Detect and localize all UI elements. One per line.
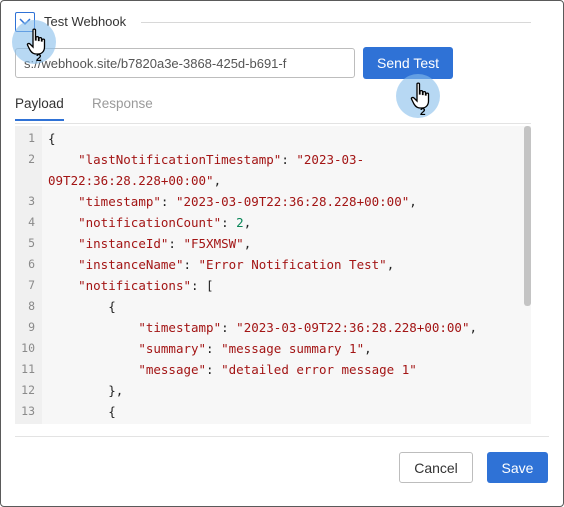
code-line: 1{	[15, 128, 531, 149]
section-title: Test Webhook	[44, 14, 127, 29]
code-line: 5 "instanceId": "F5XMSW",	[15, 233, 531, 254]
line-number: 13	[21, 404, 35, 418]
line-number: 10	[21, 341, 35, 355]
line-number: 11	[21, 362, 35, 376]
tab-payload[interactable]: Payload	[15, 96, 64, 121]
line-number: 6	[28, 257, 35, 271]
line-number: 7	[28, 278, 35, 292]
code-text: "instanceId": "F5XMSW",	[78, 236, 252, 251]
code-text: "lastNotificationTimestamp": "2023-03-	[78, 152, 365, 167]
line-number: 5	[28, 236, 35, 250]
code-line: 8 {	[15, 296, 531, 317]
code-line: 10 "summary": "message summary 1",	[15, 338, 531, 359]
section-divider	[141, 22, 531, 23]
line-number: 3	[28, 194, 35, 208]
line-number: 4	[28, 215, 35, 229]
click-marker-send-test: 2	[396, 74, 440, 118]
code-line: 2 "lastNotificationTimestamp": "2023-03-	[15, 149, 531, 170]
line-number: 2	[28, 152, 35, 166]
tab-bar: Payload Response	[15, 91, 531, 124]
click-marker-collapse: 2	[12, 20, 56, 64]
code-text: "timestamp": "2023-03-09T22:36:28.228+00…	[78, 194, 417, 209]
code-text: "notificationCount": 2,	[78, 215, 252, 230]
save-button[interactable]: Save	[487, 452, 548, 483]
code-text: },	[48, 383, 124, 398]
line-number: 9	[28, 320, 35, 334]
line-number: 12	[21, 383, 35, 397]
code-line: 7 "notifications": [	[15, 275, 531, 296]
code-text: "summary": "message summary 1",	[138, 341, 372, 356]
line-number: 1	[28, 131, 35, 145]
code-line: 09T22:36:28.228+00:00",	[15, 170, 531, 191]
code-text: "message": "detailed error message 1"	[138, 362, 417, 377]
code-line: 6 "instanceName": "Error Notification Te…	[15, 254, 531, 275]
webhook-url-input[interactable]	[15, 48, 355, 78]
code-line: 9 "timestamp": "2023-03-09T22:36:28.228+…	[15, 317, 531, 338]
pointer-hand-icon	[26, 28, 46, 55]
code-text: {	[48, 299, 116, 314]
code-line: 4 "notificationCount": 2,	[15, 212, 531, 233]
code-text: "instanceName": "Error Notification Test…	[78, 257, 395, 272]
code-line: 12 },	[15, 380, 531, 401]
tab-response[interactable]: Response	[92, 96, 153, 119]
code-line: 13 {	[15, 401, 531, 422]
footer-divider	[15, 436, 549, 437]
pointer-hand-icon	[410, 82, 430, 109]
code-text: {	[48, 131, 56, 146]
line-number: 8	[28, 299, 35, 313]
code-text: 09T22:36:28.228+00:00",	[48, 173, 222, 188]
cancel-button[interactable]: Cancel	[399, 452, 473, 483]
click-count-badge: 2	[420, 107, 426, 118]
code-line: 11 "message": "detailed error message 1"	[15, 359, 531, 380]
code-line: 3 "timestamp": "2023-03-09T22:36:28.228+…	[15, 191, 531, 212]
click-count-badge: 2	[36, 53, 42, 64]
vertical-scrollbar[interactable]	[524, 126, 531, 306]
code-text: "timestamp": "2023-03-09T22:36:28.228+00…	[138, 320, 477, 335]
code-text: "notifications": [	[78, 278, 214, 293]
payload-code-editor[interactable]: 1{2 "lastNotificationTimestamp": "2023-0…	[15, 126, 531, 424]
test-webhook-panel: Test Webhook Send Test Payload Response …	[0, 0, 564, 507]
code-text: {	[48, 404, 116, 419]
